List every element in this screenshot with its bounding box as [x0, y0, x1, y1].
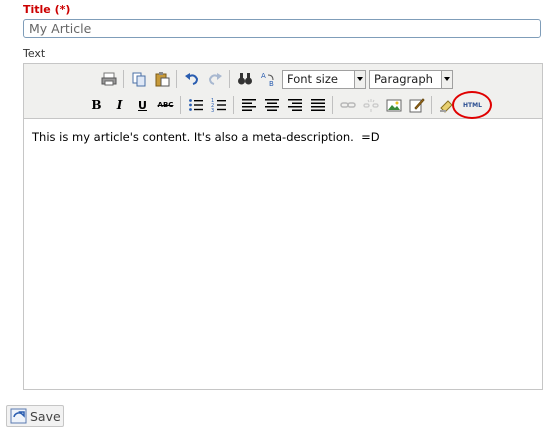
toolbar-separator: [176, 70, 177, 88]
replace-icon[interactable]: AB: [258, 69, 278, 89]
link-icon[interactable]: [338, 95, 358, 115]
edit-icon[interactable]: [407, 95, 427, 115]
cleanup-icon[interactable]: [437, 95, 457, 115]
toolbar-separator: [123, 70, 124, 88]
print-icon[interactable]: [99, 69, 119, 89]
text-label: Text: [23, 47, 46, 60]
find-icon[interactable]: [235, 69, 255, 89]
toolbar-separator: [180, 96, 181, 114]
save-button-label: Save: [30, 408, 61, 424]
font-size-select-label: Font size: [287, 72, 338, 86]
image-icon[interactable]: [384, 95, 404, 115]
html-source-label: HTML: [463, 101, 482, 109]
format-select-label: Paragraph: [374, 72, 433, 86]
redo-icon[interactable]: [205, 69, 225, 89]
editor-content[interactable]: This is my article's content. It's also …: [32, 130, 380, 144]
strikethrough-button[interactable]: ABC: [156, 95, 176, 115]
title-input[interactable]: [23, 19, 541, 38]
align-right-icon[interactable]: [285, 95, 305, 115]
chevron-down-icon: [441, 70, 452, 88]
align-left-icon[interactable]: [239, 95, 259, 115]
save-button[interactable]: Save: [6, 405, 64, 427]
bullet-list-icon[interactable]: [186, 95, 206, 115]
svg-text:3: 3: [211, 108, 214, 113]
italic-button[interactable]: I: [110, 95, 130, 115]
toolbar-row-1: AB Font size Paragraph: [97, 67, 453, 91]
align-center-icon[interactable]: [262, 95, 282, 115]
save-icon: [10, 408, 27, 424]
underline-button[interactable]: U: [133, 95, 153, 115]
toolbar-separator: [229, 70, 230, 88]
paste-icon[interactable]: [152, 69, 172, 89]
toolbar-separator: [233, 96, 234, 114]
numbered-list-icon[interactable]: 123: [209, 95, 229, 115]
chevron-down-icon: [354, 70, 365, 88]
toolbar-separator: [332, 96, 333, 114]
html-source-button[interactable]: HTML: [460, 95, 486, 115]
font-size-select[interactable]: Font size: [282, 69, 366, 89]
svg-text:B: B: [269, 80, 274, 87]
svg-text:A: A: [261, 72, 266, 80]
title-label: Title (*): [23, 3, 71, 16]
unlink-icon[interactable]: [361, 95, 381, 115]
bold-button[interactable]: B: [87, 95, 107, 115]
align-justify-icon[interactable]: [308, 95, 328, 115]
toolbar-separator: [431, 96, 432, 114]
format-select[interactable]: Paragraph: [369, 69, 453, 89]
toolbar-row-2: B I U ABC 123 HTML: [85, 93, 487, 117]
editor-toolbar: AB Font size Paragraph B I U ABC 123 HTM…: [24, 64, 542, 119]
undo-icon[interactable]: [182, 69, 202, 89]
rich-text-editor: AB Font size Paragraph B I U ABC 123 HTM…: [23, 63, 543, 390]
copy-icon[interactable]: [129, 69, 149, 89]
